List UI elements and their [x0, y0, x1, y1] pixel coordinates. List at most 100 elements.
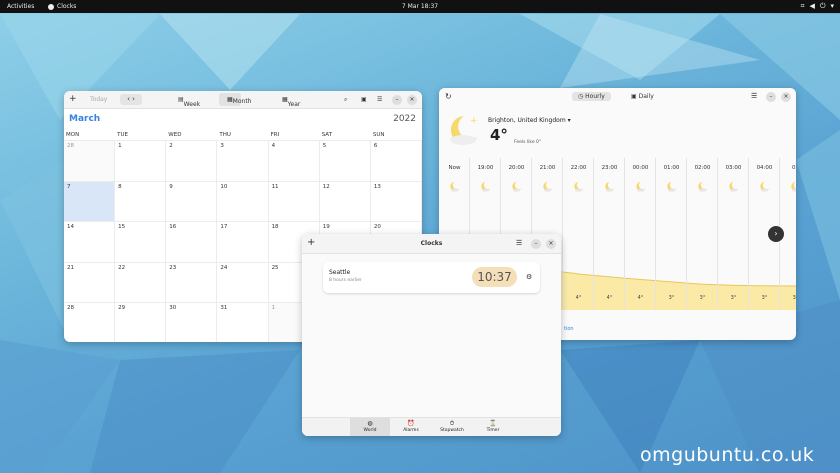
system-tray[interactable]: ⌗ ◀ ⏻ ▾: [801, 2, 834, 11]
add-event-button[interactable]: +: [69, 94, 77, 104]
clear-night-icon: [605, 181, 615, 192]
calendar-day-cell[interactable]: 4: [268, 140, 320, 181]
calendar-day-cell[interactable]: 11: [268, 180, 320, 221]
hour-column: 00:00 4°: [625, 158, 656, 310]
tab-week[interactable]: ▤ Week: [178, 96, 200, 108]
today-button[interactable]: Today: [90, 96, 107, 103]
attribution-link[interactable]: tion: [564, 326, 574, 332]
tab-world-label: World: [363, 428, 377, 433]
hour-label: 00:00: [632, 165, 649, 171]
hour-label: 04:00: [756, 165, 773, 171]
calendar-day-cell[interactable]: 2: [166, 140, 218, 181]
calendar-day-cell[interactable]: 5: [319, 140, 371, 181]
calendar-day-cell[interactable]: 22: [115, 261, 167, 302]
volume-icon: ◀: [809, 2, 815, 10]
menu-icon[interactable]: ☰: [516, 239, 522, 247]
hour-temperature: 4°: [575, 295, 582, 301]
top-bar-clock[interactable]: 7 Mar 18:37: [0, 3, 840, 10]
nav-arrows[interactable]: ‹ ›: [120, 94, 142, 105]
refresh-icon[interactable]: ↻: [445, 92, 452, 101]
feels-like: Feels like 0°: [514, 140, 542, 145]
weather-header-bar: ↻ ◷ Hourly ▣ Daily ☰ – ×: [439, 88, 796, 107]
clear-night-icon: [636, 181, 646, 192]
tab-stopwatch[interactable]: ⏱ Stopwatch: [432, 418, 472, 436]
hour-label: 20:00: [508, 165, 525, 171]
weekday-label: FRI: [270, 132, 280, 138]
clear-night-icon: +: [450, 116, 478, 145]
hour-temperature: 3°: [761, 295, 768, 301]
calendar-day-cell[interactable]: 9: [166, 180, 218, 221]
network-icon: ⌗: [800, 2, 805, 10]
tab-alarms-label: Alarms: [403, 428, 419, 433]
close-button[interactable]: ×: [781, 92, 791, 102]
minimize-button[interactable]: –: [766, 92, 776, 102]
calendar-day-cell[interactable]: 1: [115, 140, 167, 181]
hour-label: 01:00: [663, 165, 680, 171]
hour-temperature: 3°: [668, 295, 675, 301]
minimize-button[interactable]: –: [392, 95, 402, 105]
weekday-label: WED: [168, 132, 182, 138]
calendar-day-cell[interactable]: 30: [166, 302, 218, 342]
calendar-day-cell[interactable]: 16: [166, 221, 218, 262]
calendar-day-cell[interactable]: 24: [217, 261, 269, 302]
hour-label: Now: [448, 165, 461, 171]
search-icon[interactable]: ⌕: [344, 96, 347, 104]
tab-hourly[interactable]: ◷ Hourly: [572, 92, 611, 101]
calendar-day-cell[interactable]: 23: [166, 261, 218, 302]
calendar-day-cell[interactable]: 10: [217, 180, 269, 221]
calendar-day-cell[interactable]: 6: [370, 140, 422, 181]
calendar-day-cell[interactable]: 21: [64, 261, 116, 302]
calendar-day-cell[interactable]: 31: [217, 302, 269, 342]
month-title: March: [69, 114, 101, 124]
weekday-label: THU: [219, 132, 231, 138]
menu-icon[interactable]: ☰: [751, 92, 757, 100]
city-name: Seattle: [329, 269, 351, 276]
clear-night-icon: [698, 181, 708, 192]
calendar-day-cell[interactable]: 8: [115, 180, 167, 221]
calendar-day-cell[interactable]: 14: [64, 221, 116, 262]
close-button[interactable]: ×: [407, 95, 417, 105]
calendar-day-cell[interactable]: 29: [115, 302, 167, 342]
calendar-icon[interactable]: ▣: [361, 96, 367, 103]
close-button[interactable]: ×: [546, 239, 556, 249]
hour-label: 02:00: [694, 165, 711, 171]
current-temperature: 4°: [490, 126, 508, 144]
next-arrow-button[interactable]: ›: [768, 226, 784, 242]
chevron-down-icon: ▾: [830, 2, 834, 10]
tab-daily[interactable]: ▣ Daily: [631, 93, 654, 100]
clear-night-icon: [512, 181, 522, 192]
hour-temperature: 3°: [792, 295, 796, 301]
hour-column: 03:00 3°: [718, 158, 749, 310]
menu-icon[interactable]: ☰: [377, 96, 382, 103]
tab-daily-label: Daily: [638, 93, 654, 100]
tab-world[interactable]: ◍ World: [350, 418, 390, 436]
hour-temperature: 4°: [637, 295, 644, 301]
calendar-day-cell[interactable]: 12: [319, 180, 371, 221]
tab-year[interactable]: ▦ Year: [282, 96, 300, 108]
tab-year-label: Year: [287, 101, 301, 108]
calendar-day-cell[interactable]: 3: [217, 140, 269, 181]
gear-icon[interactable]: ⚙: [526, 273, 532, 281]
clear-night-icon: [791, 181, 796, 192]
globe-icon: ◍: [367, 420, 373, 427]
clear-night-icon: [450, 181, 460, 192]
clear-night-icon: [574, 181, 584, 192]
calendar-day-cell[interactable]: 17: [217, 221, 269, 262]
hour-temperature: 3°: [699, 295, 706, 301]
calendar-day-cell[interactable]: 7: [64, 180, 116, 221]
calendar-day-cell[interactable]: 28: [64, 302, 116, 342]
calendar-day-cell[interactable]: 28: [64, 140, 116, 181]
tab-month[interactable]: ▦ Month: [219, 93, 251, 106]
tab-alarms[interactable]: ⏰ Alarms: [391, 418, 431, 436]
clock-time: 10:37: [472, 267, 517, 287]
calendar-day-cell[interactable]: 15: [115, 221, 167, 262]
world-clock-row[interactable]: Seattle 8 hours earlier 10:37 ⚙: [323, 262, 540, 293]
location-selector[interactable]: Brighton, United Kingdom ▾: [488, 117, 571, 124]
minimize-button[interactable]: –: [531, 239, 541, 249]
hour-column: 02:00 3°: [687, 158, 718, 310]
calendar-day-cell[interactable]: 13: [370, 180, 422, 221]
stopwatch-icon: ⏱: [449, 420, 455, 427]
clear-night-icon: [481, 181, 491, 192]
hour-column: 23:00 4°: [594, 158, 625, 310]
tab-timer[interactable]: ⌛ Timer: [473, 418, 513, 436]
